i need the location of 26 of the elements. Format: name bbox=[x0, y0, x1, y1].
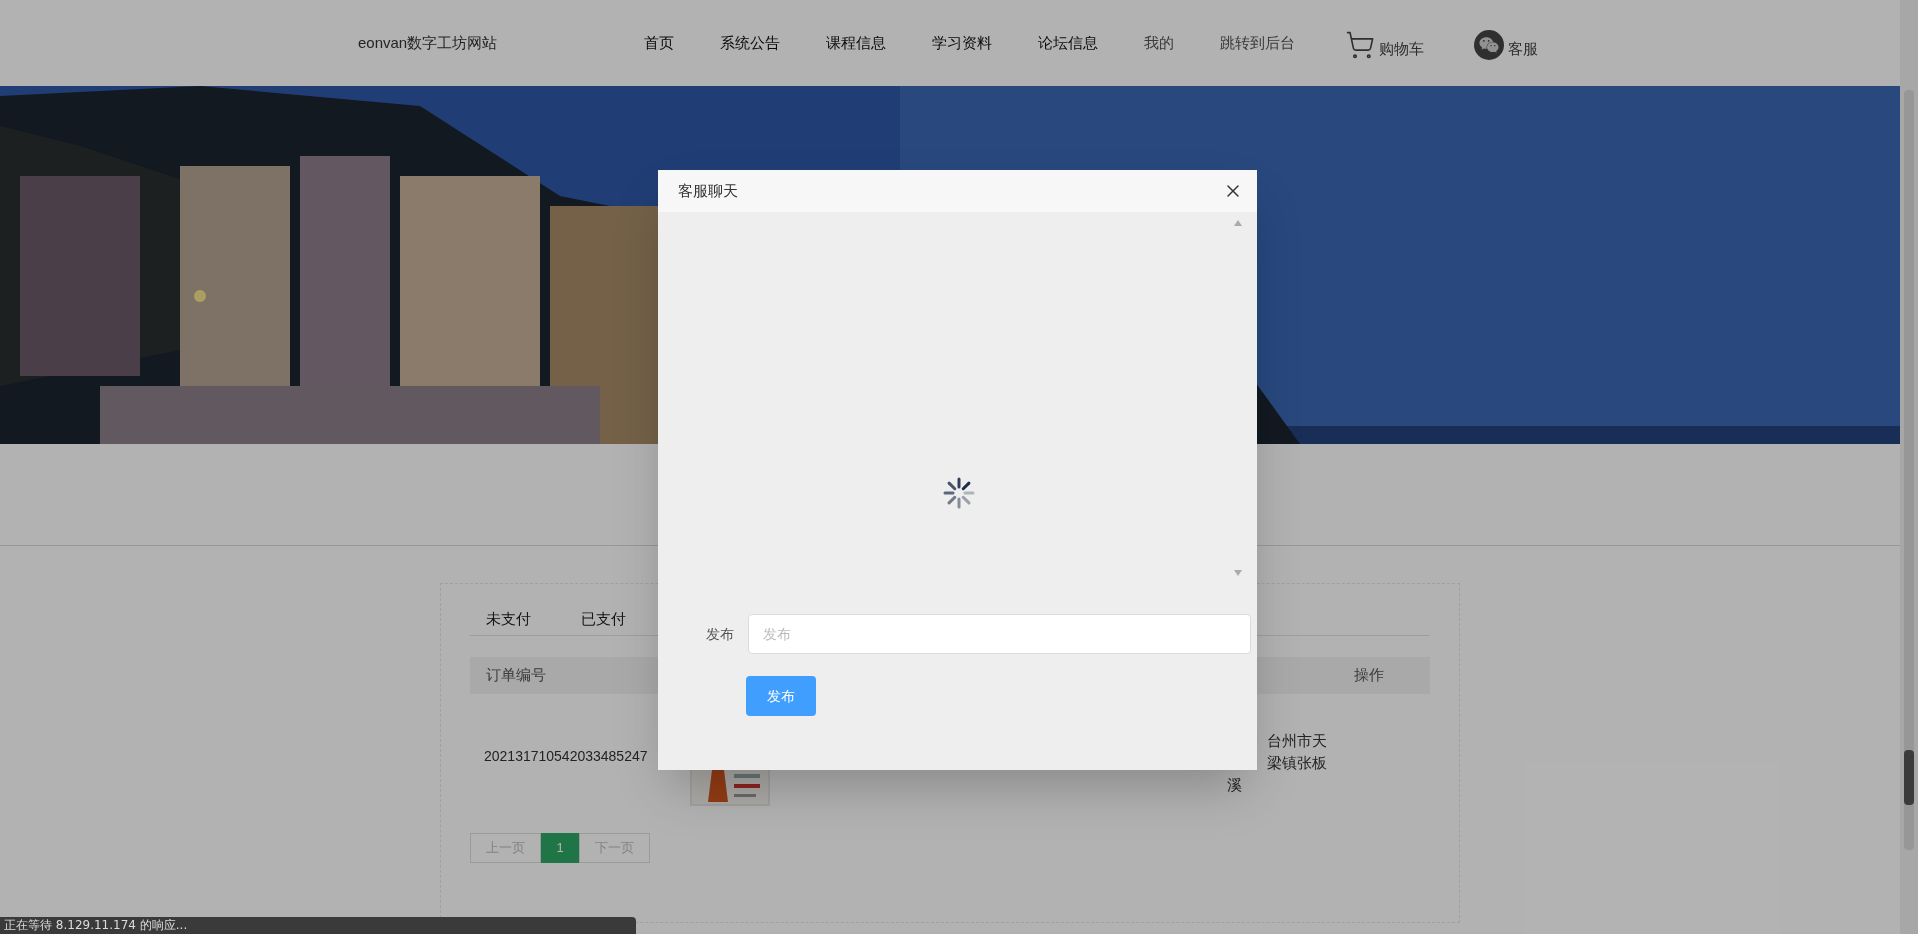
column-header: 订单编号 bbox=[486, 665, 546, 686]
nav-link[interactable]: 论坛信息 bbox=[1038, 34, 1099, 51]
order-tab[interactable]: 未支付 bbox=[478, 602, 539, 636]
cart-link[interactable]: 购物车 bbox=[1345, 30, 1425, 60]
address-text: 梁镇张板 bbox=[1267, 753, 1327, 773]
dialog-title: 客服聊天 bbox=[678, 180, 738, 201]
chat-link[interactable]: 客服 bbox=[1474, 30, 1539, 60]
address-text: 溪 bbox=[1227, 775, 1242, 795]
address-text: 台州市天 bbox=[1267, 731, 1327, 751]
spinner-icon bbox=[942, 477, 975, 509]
nav-link[interactable]: 我的 bbox=[1144, 34, 1175, 51]
chat-icon bbox=[1474, 30, 1505, 60]
column-header: 操作 bbox=[1354, 665, 1384, 686]
nav-link[interactable]: 跳转到后台 bbox=[1220, 34, 1296, 51]
status-bar: 正在等待 8.129.11.174 的响应... bbox=[0, 917, 636, 934]
message-input[interactable]: 发布 bbox=[748, 614, 1251, 654]
nav-link[interactable]: 课程信息 bbox=[826, 34, 887, 51]
cart-icon bbox=[1345, 30, 1376, 60]
nav-link[interactable]: 学习资料 bbox=[932, 34, 993, 51]
nav-link[interactable]: 系统公告 bbox=[720, 34, 781, 51]
site-title: eonvan数字工坊网站 bbox=[358, 32, 498, 53]
order-tab[interactable]: 已支付 bbox=[573, 602, 634, 636]
input-label: 发布 bbox=[706, 624, 735, 644]
nav-link[interactable]: 首页 bbox=[644, 34, 675, 51]
scrollbar[interactable] bbox=[1900, 0, 1918, 934]
order-number: 202131710542033485247 bbox=[484, 748, 648, 764]
